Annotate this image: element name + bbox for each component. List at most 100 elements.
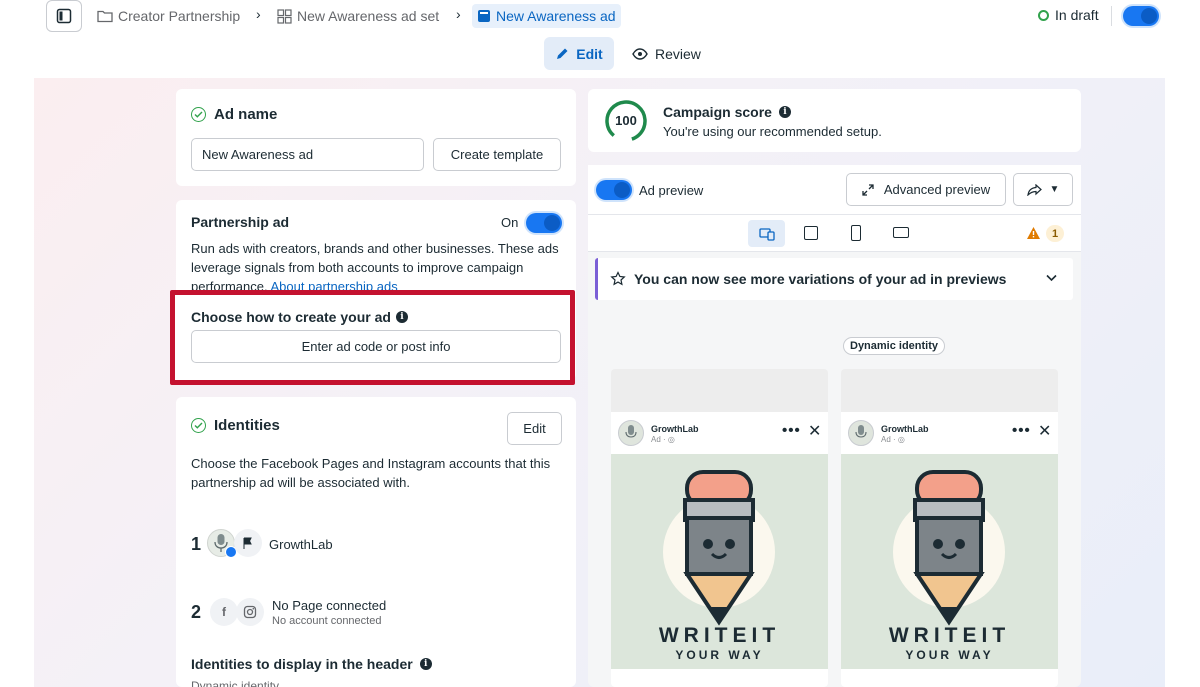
folder-icon [97, 10, 113, 23]
partnership-title: Partnership ad [191, 214, 290, 230]
ad-preview-label: Ad preview [639, 183, 704, 198]
breadcrumb-ad-label: New Awareness ad [496, 8, 616, 24]
square-placement-icon[interactable] [804, 226, 818, 240]
tab-review-label: Review [655, 45, 701, 62]
sponsored-label: Ad · ◎ [881, 435, 905, 444]
sidebar-toggle-button[interactable] [46, 0, 82, 32]
score-value: 100 [615, 113, 637, 128]
chevron-down-icon[interactable] [1046, 274, 1057, 282]
partnership-description: Run ads with creators, brands and other … [191, 239, 566, 296]
sponsored-label: Ad · ◎ [651, 435, 675, 444]
share-icon [1026, 183, 1042, 196]
no-page-connected: No Page connected [272, 598, 387, 613]
breadcrumb-campaign-label: Creator Partnership [118, 8, 241, 24]
vertical-placement-icon[interactable] [851, 225, 861, 241]
create-template-button[interactable]: Create template [433, 138, 561, 171]
breadcrumb-ad[interactable]: New Awareness ad [472, 4, 621, 28]
sidebar-panel-icon [56, 8, 72, 24]
chevron-right-icon: › [256, 6, 261, 22]
identities-card: Identities Edit Choose the Facebook Page… [176, 397, 576, 687]
ad-tagline: YOUR WAY [675, 648, 764, 662]
ad-card-footer [611, 669, 828, 687]
info-icon[interactable]: i [419, 658, 432, 670]
check-circle-icon [191, 107, 206, 122]
variations-banner-text: You can now see more variations of your … [634, 271, 1007, 287]
status-label: In draft [1055, 7, 1099, 23]
identities-edit-button[interactable]: Edit [507, 412, 562, 445]
campaign-score-card: 100 Campaign score i You're using our re… [588, 89, 1081, 152]
chevron-right-icon: › [456, 6, 461, 22]
warning-count-badge: 1 [1046, 225, 1064, 242]
brand-name: GrowthLab [881, 424, 929, 434]
device-row: 1 [588, 215, 1081, 252]
identities-title: Identities [214, 417, 280, 434]
tab-review[interactable]: Review [632, 37, 701, 70]
info-icon[interactable]: i [778, 106, 791, 118]
horizontal-placement-icon[interactable] [893, 227, 909, 238]
ad-name-value: New Awareness ad [202, 147, 314, 162]
partnership-toggle-label: On [501, 215, 519, 230]
chevron-down-icon: ▼ [1049, 184, 1060, 195]
ad-card-footer [841, 669, 1058, 687]
growthlab-avatar [207, 529, 237, 558]
tab-edit-label: Edit [576, 45, 603, 62]
share-dropdown-button[interactable]: ▼ [1013, 173, 1073, 206]
close-icon[interactable]: ✕ [808, 421, 821, 441]
advanced-preview-label: Advanced preview [883, 182, 991, 197]
more-options-icon[interactable]: ••• [782, 422, 801, 439]
tab-edit[interactable]: Edit [544, 37, 614, 70]
ad-card-header: GrowthLab Ad · ◎ ••• ✕ [611, 412, 828, 454]
ad-name-card: Ad name New Awareness ad Create template [176, 89, 576, 186]
partnership-toggle[interactable] [526, 213, 562, 233]
all-placements-icon[interactable] [748, 220, 785, 247]
enter-ad-code-button[interactable]: Enter ad code or post info [191, 330, 561, 363]
breadcrumb-campaign[interactable]: Creator Partnership [97, 4, 240, 28]
brand-name: GrowthLab [651, 424, 699, 434]
info-icon[interactable]: i [395, 311, 408, 323]
ad-preview-toggle[interactable] [596, 180, 632, 200]
identity-index: 2 [191, 602, 202, 622]
ad-icon [478, 10, 490, 22]
ad-status-toggle[interactable] [1123, 6, 1159, 26]
dynamic-identity-pill: Dynamic identity [843, 337, 946, 355]
more-options-icon[interactable]: ••• [1012, 422, 1031, 439]
create-method-highlight: Choose how to create your ad i Enter ad … [170, 290, 575, 385]
ad-preview-card[interactable]: GrowthLab Ad · ◎ ••• ✕ WRITEIT YOUR WAY [611, 369, 828, 687]
close-icon[interactable]: ✕ [1038, 421, 1051, 441]
variations-banner[interactable]: You can now see more variations of your … [595, 258, 1073, 300]
identities-description: Choose the Facebook Pages and Instagram … [191, 456, 551, 490]
draft-status: In draft [1038, 7, 1099, 23]
ad-creative-image: WRITEIT YOUR WAY [841, 454, 1058, 669]
ad-headline: WRITEIT [888, 624, 1011, 647]
grid-icon [277, 8, 292, 24]
create-method-title: Choose how to create your ad [191, 309, 391, 325]
instagram-icon [236, 598, 264, 626]
ad-creative-image: WRITEIT YOUR WAY [611, 454, 828, 669]
no-account-connected: No account connected [272, 615, 382, 627]
warning-icon[interactable] [1026, 226, 1041, 240]
brand-avatar [618, 420, 644, 446]
eye-icon [632, 47, 648, 60]
brand-avatar [848, 420, 874, 446]
expand-icon [862, 183, 874, 196]
check-circle-icon [191, 418, 206, 433]
breadcrumb-ad-set-label: New Awareness ad set [297, 8, 440, 24]
flag-icon [234, 529, 262, 557]
header-identities-title: Identities to display in the header [191, 656, 413, 672]
breadcrumb-ad-set[interactable]: New Awareness ad set [277, 4, 439, 28]
advanced-preview-button[interactable]: Advanced preview [846, 173, 1006, 206]
ad-preview-card[interactable]: GrowthLab Ad · ◎ ••• ✕ WRITEIT YOUR WAY [841, 369, 1058, 687]
top-bar: Creator Partnership › New Awareness ad s… [0, 0, 1200, 34]
ad-headline: WRITEIT [658, 624, 781, 647]
ad-name-input[interactable]: New Awareness ad [191, 138, 424, 171]
ad-name-title: Ad name [214, 106, 278, 123]
status-dot-icon [1038, 9, 1049, 21]
ad-card-header: GrowthLab Ad · ◎ ••• ✕ [841, 412, 1058, 454]
star-icon [610, 271, 626, 286]
campaign-score-title: Campaign score [663, 104, 772, 120]
preview-header: Ad preview Advanced preview ▼ [588, 165, 1081, 215]
facebook-icon: f [210, 598, 238, 626]
divider [1111, 6, 1112, 26]
campaign-score-subtitle: You're using our recommended setup. [663, 124, 882, 139]
identity-index: 1 [191, 534, 202, 554]
